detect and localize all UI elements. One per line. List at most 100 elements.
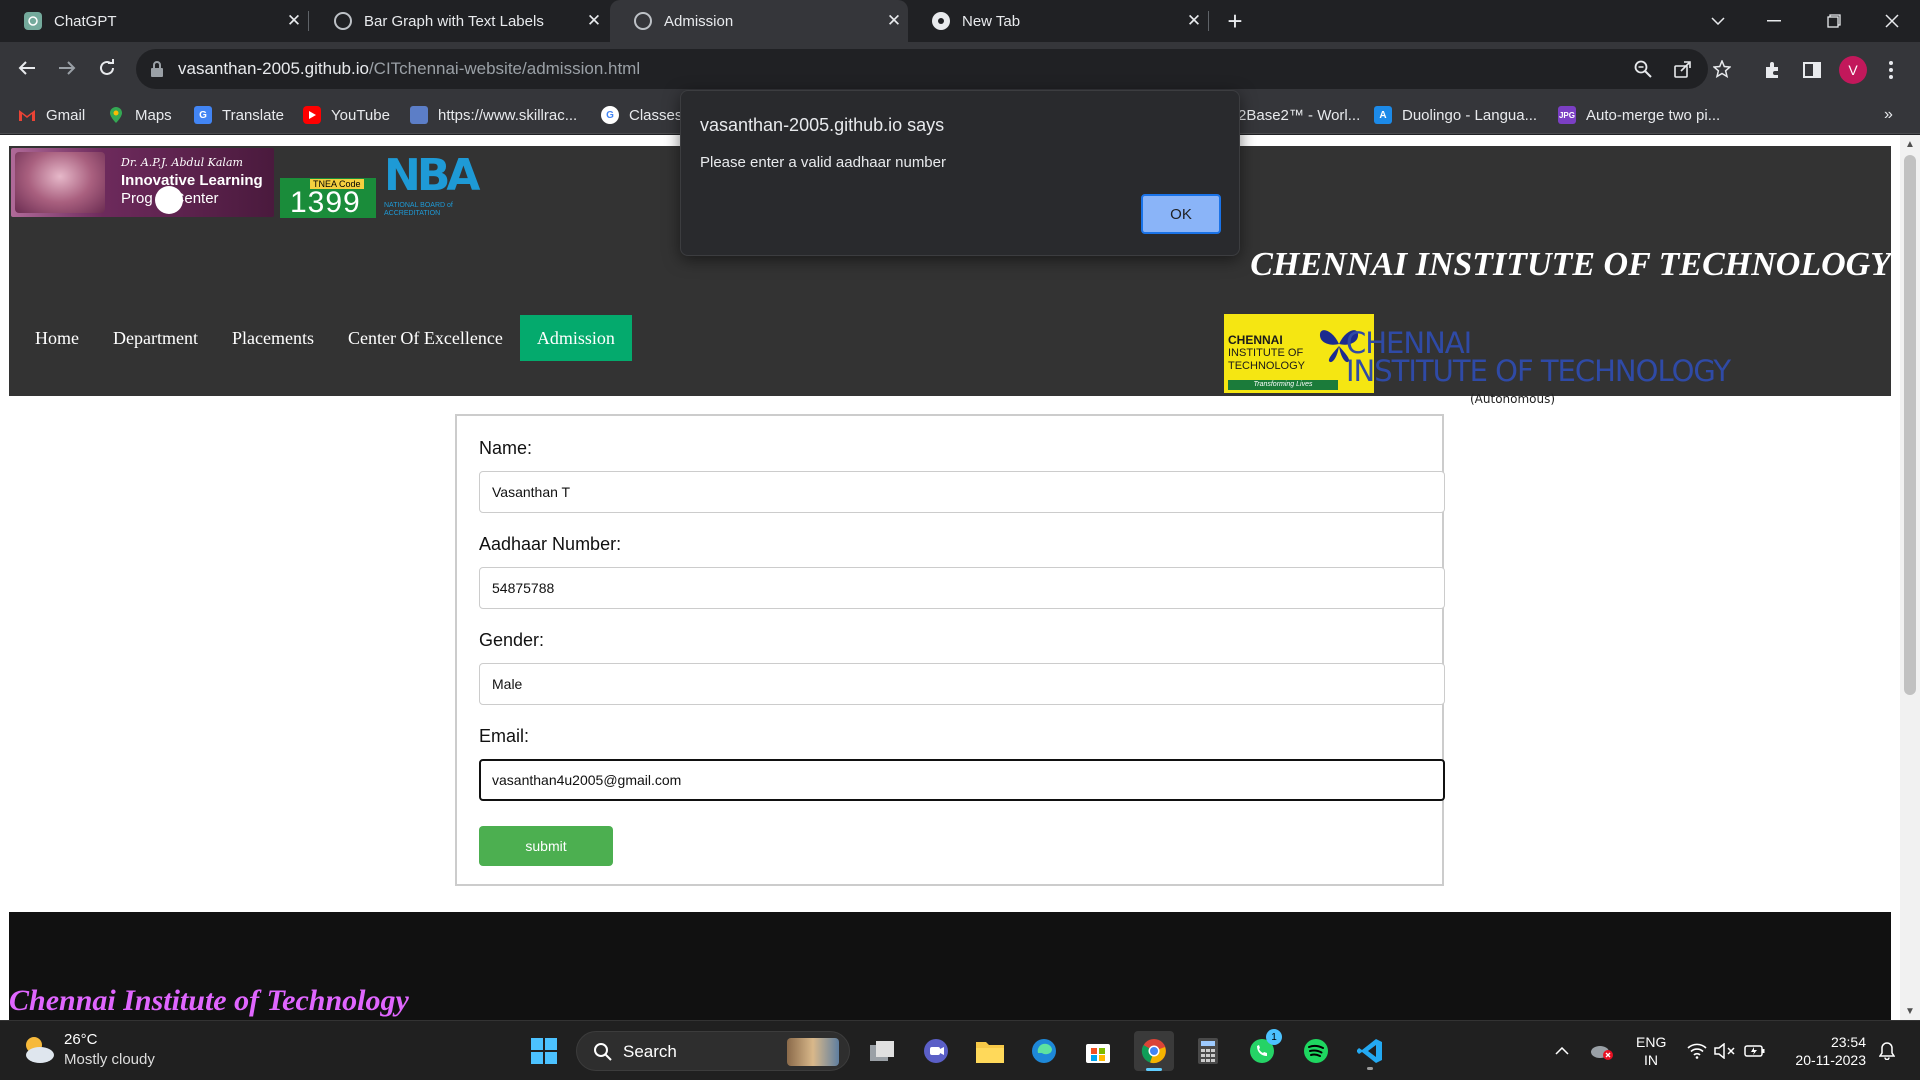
admission-form: Name: Vasanthan T Aadhaar Number: 548757… [455,414,1445,886]
nav-department[interactable]: Department [96,315,215,361]
kalam-line1: Innovative Learning [121,172,263,189]
gender-input[interactable]: Male [479,663,1445,705]
maps-icon [107,106,125,124]
url-host: vasanthan-2005.github.io [178,59,369,78]
minimize-button[interactable] [1746,0,1802,42]
submit-button[interactable]: submit [479,826,613,866]
taskbar-search[interactable]: Search [576,1031,850,1071]
nav-center-of-excellence[interactable]: Center Of Excellence [331,315,520,361]
address-bar[interactable]: vasanthan-2005.github.io/CITchennai-webs… [136,49,1731,89]
nav-placements[interactable]: Placements [215,315,331,361]
task-view-button[interactable] [862,1031,902,1071]
profile-avatar[interactable]: V [1839,56,1867,84]
cursor-dot [155,186,183,214]
more-bookmarks-icon[interactable]: » [1884,104,1893,126]
bookmark-label: Duolingo - Langua... [1402,106,1538,124]
bookmark-classes[interactable]: G Classes [601,104,682,126]
jpg-icon: JPG [1558,106,1576,124]
globe-icon [334,12,352,30]
chrome-button[interactable] [1134,1031,1174,1071]
close-tab-icon[interactable]: ✕ [280,11,308,31]
vscode-button[interactable] [1350,1031,1390,1071]
onedrive-icon[interactable] [1588,1021,1616,1080]
back-button[interactable] [9,50,45,86]
tab-title: New Tab [962,12,1021,30]
globe-icon [634,12,652,30]
dialog-ok-button[interactable]: OK [1141,194,1221,234]
forward-button[interactable] [49,50,85,86]
close-tab-icon[interactable]: ✕ [1180,11,1208,31]
scroll-up-icon[interactable]: ▲ [1900,135,1920,153]
bookmark-translate[interactable]: G Translate [194,104,284,126]
clock[interactable]: 23:54 20-11-2023 [1786,1033,1866,1069]
site-title: CHENNAI INSTITUTE OF TECHNOLOGY [1250,246,1891,283]
institute-name-line2: INSTITUTE OF TECHNOLOGY [1346,354,1731,388]
site-footer: Chennai Institute of Technology [9,912,1891,1020]
weather-cloudy-icon[interactable] [20,1033,56,1065]
chrome-icon [932,12,950,30]
teams-chat-button[interactable] [916,1031,956,1071]
ms-store-button[interactable] [1078,1031,1118,1071]
notification-bell-icon[interactable] [1872,1021,1902,1080]
side-panel-icon[interactable] [1798,56,1826,84]
bookmark-label: Classes [629,106,683,124]
language-indicator[interactable]: ENG IN [1636,1033,1666,1069]
autonomous-label: (Autonomous) [1470,392,1556,406]
bookmark-skillrack[interactable]: https://www.skillrac... [410,104,577,126]
whatsapp-button[interactable]: 1 [1242,1029,1282,1071]
share-icon[interactable] [1671,57,1695,81]
tab-new-tab[interactable]: New Tab ✕ [908,0,1208,42]
nav-home[interactable]: Home [18,315,96,361]
bookmark-gmail[interactable]: Gmail [18,104,85,126]
zoom-icon[interactable] [1631,57,1655,81]
aadhaar-input[interactable]: 54875788 [479,567,1445,609]
kalam-center-logo: Dr. A.P.J. Abdul Kalam Innovative Learni… [11,148,274,217]
reload-button[interactable] [89,50,125,86]
close-window-button[interactable] [1864,0,1920,42]
menu-icon[interactable] [1877,56,1905,84]
bookmark-youtube[interactable]: YouTube [303,104,390,126]
logo-line2: INSTITUTE OF [1228,347,1304,359]
calculator-icon [1198,1038,1218,1064]
edge-button[interactable] [1024,1031,1064,1071]
bookmark-auto-merge[interactable]: JPG Auto-merge two pi... [1558,104,1720,126]
name-input[interactable]: Vasanthan T [479,471,1445,513]
wifi-icon[interactable] [1684,1021,1710,1080]
battery-icon[interactable] [1742,1021,1768,1080]
active-indicator [1146,1068,1162,1071]
tab-admission[interactable]: Admission ✕ [610,0,908,42]
bookmark-2base2[interactable]: 2Base2™ - Worl... [1238,104,1360,126]
bookmark-duolingo[interactable]: A Duolingo - Langua... [1374,104,1537,126]
restore-button[interactable] [1806,0,1862,42]
extensions-icon[interactable] [1758,56,1786,84]
vscode-icon [1357,1039,1382,1063]
bookmark-label: Maps [135,106,172,124]
email-input[interactable]: vasanthan4u2005@gmail.com [479,759,1445,801]
new-tab-button[interactable]: + [1218,4,1252,38]
tab-chatgpt[interactable]: ChatGPT ✕ [0,0,308,42]
logo-line23: INSTITUTE OF TECHNOLOGY [1228,347,1305,373]
close-tab-icon[interactable]: ✕ [880,11,908,31]
tab-title: Bar Graph with Text Labels [364,12,544,30]
gender-label: Gender: [479,630,545,650]
bookmark-star-icon[interactable] [1710,57,1734,81]
bookmark-label: Auto-merge two pi... [1586,106,1721,124]
bookmark-maps[interactable]: Maps [107,104,172,126]
volume-muted-icon[interactable] [1712,1021,1738,1080]
scroll-down-icon[interactable]: ▼ [1900,1002,1920,1020]
spotify-button[interactable] [1296,1031,1336,1071]
tab-search-icon[interactable] [1690,0,1746,42]
tab-bar-graph[interactable]: Bar Graph with Text Labels ✕ [310,0,608,42]
show-hidden-icons[interactable] [1550,1021,1574,1080]
logo-tagline: Transforming Lives [1228,380,1338,390]
youtube-icon [303,106,321,124]
start-button[interactable] [524,1031,564,1071]
page-scrollbar[interactable]: ▲ ▼ [1900,135,1920,1020]
scrollbar-thumb[interactable] [1904,155,1916,695]
nav-admission[interactable]: Admission [519,315,632,361]
tab-separator [308,11,309,31]
calculator-button[interactable] [1188,1031,1228,1071]
footer-title: Chennai Institute of Technology [9,984,409,1017]
close-tab-icon[interactable]: ✕ [580,11,608,31]
file-explorer-button[interactable] [970,1031,1010,1071]
